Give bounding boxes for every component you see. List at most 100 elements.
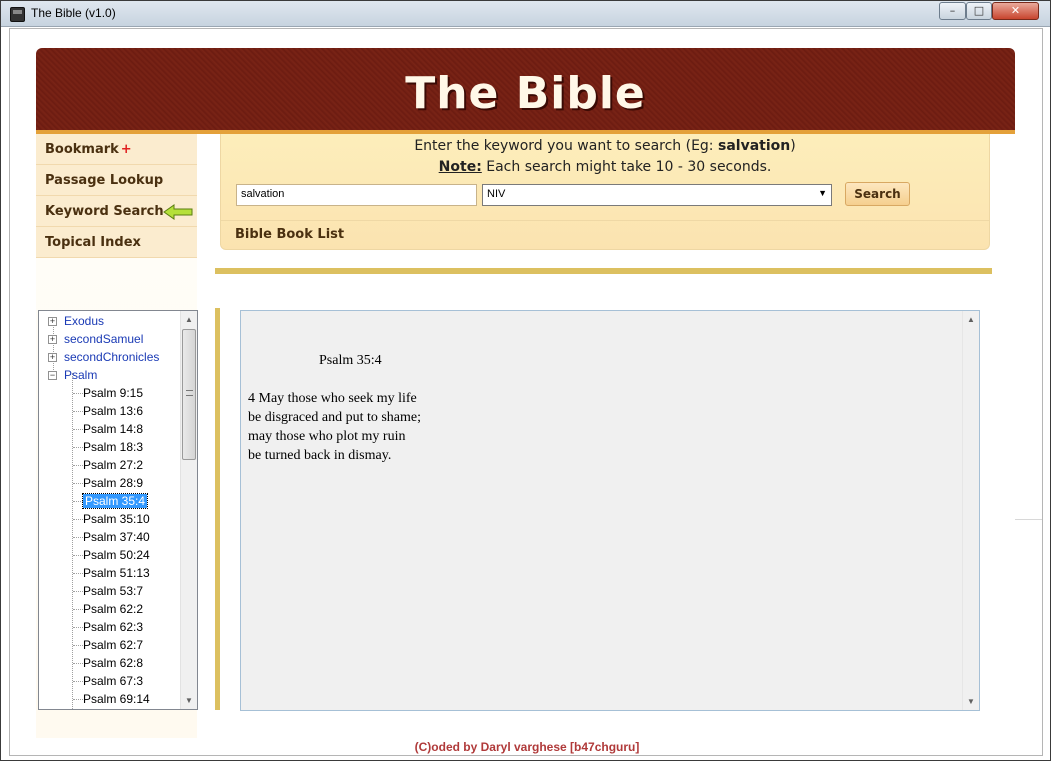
app-window: The Bible (v1.0) – □ ✕ The Bible Bookmar… bbox=[0, 0, 1051, 761]
tree-leaf[interactable]: Psalm 51:13 bbox=[83, 564, 150, 582]
tree-leaf[interactable]: Psalm 62:2 bbox=[83, 600, 143, 618]
tree-leaf[interactable]: Psalm 28:9 bbox=[83, 474, 143, 492]
tree-leaf-label: Psalm 50:24 bbox=[83, 548, 150, 562]
tree-leaf[interactable]: Psalm 62:3 bbox=[83, 618, 143, 636]
tree-line bbox=[72, 373, 73, 709]
search-button[interactable]: Search bbox=[845, 182, 910, 206]
tree-leaf[interactable]: Psalm 35:10 bbox=[83, 510, 150, 528]
nav-item-label: Bookmark bbox=[45, 142, 119, 157]
nav-item-label: Keyword Search bbox=[45, 204, 164, 219]
tree-leaf-label: Psalm 62:8 bbox=[83, 656, 144, 670]
tree-leaf-label: Psalm 37:40 bbox=[83, 530, 150, 544]
close-button[interactable]: ✕ bbox=[992, 2, 1039, 20]
tree-line bbox=[73, 465, 83, 466]
vertical-divider bbox=[215, 308, 220, 710]
tree-leaf-label: Psalm 62:7 bbox=[83, 638, 144, 652]
minimize-button[interactable]: – bbox=[939, 2, 966, 20]
note-text: Each search might take 10 - 30 seconds. bbox=[481, 159, 772, 175]
tree-leaf[interactable]: Psalm 62:8 bbox=[83, 654, 143, 672]
tree-leaf[interactable]: Psalm 35:4 bbox=[81, 492, 149, 510]
verse-tree[interactable]: + Exodus + secondSamuel + secondChronicl… bbox=[38, 310, 198, 710]
tree-line bbox=[73, 609, 83, 610]
tree-leaf-label: Psalm 69:14 bbox=[83, 692, 150, 706]
nav-item-bookmark[interactable]: Bookmark + bbox=[36, 134, 197, 165]
tree-leaf-label: Psalm 67:3 bbox=[83, 674, 144, 688]
hint-prefix: Enter the keyword you want to search (Eg… bbox=[414, 138, 718, 154]
tree-leaf[interactable]: Psalm 50:24 bbox=[83, 546, 150, 564]
tree-leaf[interactable]: Psalm 13:6 bbox=[83, 402, 143, 420]
nav-item-label: Topical Index bbox=[45, 235, 141, 250]
tree-leaf-label: Psalm 35:4 bbox=[81, 493, 149, 509]
tree-leaf[interactable]: Psalm 37:40 bbox=[83, 528, 150, 546]
note-label: Note: bbox=[438, 159, 482, 175]
tree-line bbox=[73, 573, 83, 574]
tree-leaf[interactable]: Psalm 9:15 bbox=[83, 384, 143, 402]
client-area: The Bible Bookmark + Passage Lookup Keywo… bbox=[9, 28, 1043, 756]
tree-line bbox=[73, 555, 83, 556]
scroll-thumb[interactable] bbox=[182, 329, 196, 460]
hint-suffix: ) bbox=[790, 138, 796, 154]
tree-scrollbar[interactable]: ▲ ▼ bbox=[180, 311, 197, 709]
tree-leaf-label: Psalm 27:2 bbox=[83, 458, 144, 472]
tree-leaf-label: Psalm 62:3 bbox=[83, 620, 144, 634]
tree-line bbox=[73, 501, 83, 502]
expand-plus-icon[interactable]: + bbox=[48, 353, 57, 362]
content-scrollbar[interactable]: ▲ ▼ bbox=[962, 311, 979, 710]
tree-line bbox=[73, 681, 83, 682]
expand-plus-icon[interactable]: + bbox=[48, 335, 57, 344]
version-select[interactable]: NIV ▼ bbox=[482, 184, 832, 206]
maximize-button[interactable]: □ bbox=[966, 2, 992, 20]
keyword-input[interactable]: salvation bbox=[236, 184, 477, 206]
search-panel: Enter the keyword you want to search (Eg… bbox=[220, 134, 990, 250]
tree-leaf-label: Psalm 51:13 bbox=[83, 566, 150, 580]
scroll-up-icon[interactable]: ▲ bbox=[181, 311, 197, 328]
tree-leaf[interactable]: Psalm 14:8 bbox=[83, 420, 143, 438]
header-banner: The Bible bbox=[36, 48, 1015, 134]
nav-item-passage-lookup[interactable]: Passage Lookup bbox=[36, 165, 197, 196]
tree-leaf[interactable]: Psalm 62:7 bbox=[83, 636, 143, 654]
tree-leaf[interactable]: Psalm 53:7 bbox=[83, 582, 143, 600]
app-icon bbox=[10, 7, 25, 22]
verse-line: may those who plot my ruin bbox=[248, 429, 406, 444]
tree-leaf[interactable]: Psalm 18:3 bbox=[83, 438, 143, 456]
expand-plus-icon[interactable]: + bbox=[48, 317, 57, 326]
bible-book-list-link[interactable]: Bible Book List bbox=[221, 220, 989, 248]
tree-leaf-label: Psalm 14:8 bbox=[83, 422, 144, 436]
verse-line: be disgraced and put to shame; bbox=[248, 410, 422, 425]
tree-node-label: Exodus bbox=[64, 314, 105, 328]
tree-leaf[interactable]: Psalm 69:14 bbox=[83, 690, 150, 708]
tree-leaf[interactable]: Psalm 27:2 bbox=[83, 456, 143, 474]
tree-line bbox=[73, 393, 83, 394]
tree-node-label: secondSamuel bbox=[64, 332, 144, 346]
nav-item-keyword-search[interactable]: Keyword Search bbox=[36, 196, 197, 227]
tree-line bbox=[73, 591, 83, 592]
nav-item-label: Passage Lookup bbox=[45, 173, 164, 188]
search-note: Note: Each search might take 10 - 30 sec… bbox=[221, 159, 989, 175]
scroll-down-icon[interactable]: ▼ bbox=[181, 692, 197, 709]
tree-node-label: Psalm bbox=[64, 368, 98, 382]
divider bbox=[215, 268, 992, 274]
verse-reference: Psalm 35:4 bbox=[319, 353, 382, 368]
tree-leaf-label: Psalm 62:2 bbox=[83, 602, 144, 616]
tree-line bbox=[73, 663, 83, 664]
chevron-down-icon: ▼ bbox=[818, 188, 827, 198]
tree-line bbox=[73, 483, 83, 484]
nav-item-topical-index[interactable]: Topical Index bbox=[36, 227, 197, 258]
tree-leaf-label: Psalm 28:9 bbox=[83, 476, 144, 490]
verse-content[interactable]: Psalm 35:4 4 May those who seek my life … bbox=[240, 310, 980, 711]
tree-leaf-label: Psalm 9:15 bbox=[83, 386, 144, 400]
verse-line: be turned back in dismay. bbox=[248, 448, 392, 463]
tree-leaf-label: Psalm 13:6 bbox=[83, 404, 144, 418]
tree-line bbox=[73, 699, 83, 700]
scroll-up-icon[interactable]: ▲ bbox=[963, 311, 979, 328]
tree-line bbox=[53, 320, 54, 376]
tree-leaf-label: Psalm 53:7 bbox=[83, 584, 144, 598]
collapse-minus-icon[interactable]: − bbox=[48, 371, 57, 380]
tree-leaf[interactable]: Psalm 67:3 bbox=[83, 672, 143, 690]
title-bar[interactable]: The Bible (v1.0) – □ ✕ bbox=[1, 1, 1050, 27]
banner-title: The Bible bbox=[405, 68, 646, 119]
scroll-down-icon[interactable]: ▼ bbox=[963, 693, 979, 710]
side-nav: Bookmark + Passage Lookup Keyword Search … bbox=[36, 134, 197, 258]
arrow-left-icon bbox=[163, 204, 193, 220]
footer-credit: (C)oded by Daryl varghese [b47chguru] bbox=[414, 740, 640, 754]
